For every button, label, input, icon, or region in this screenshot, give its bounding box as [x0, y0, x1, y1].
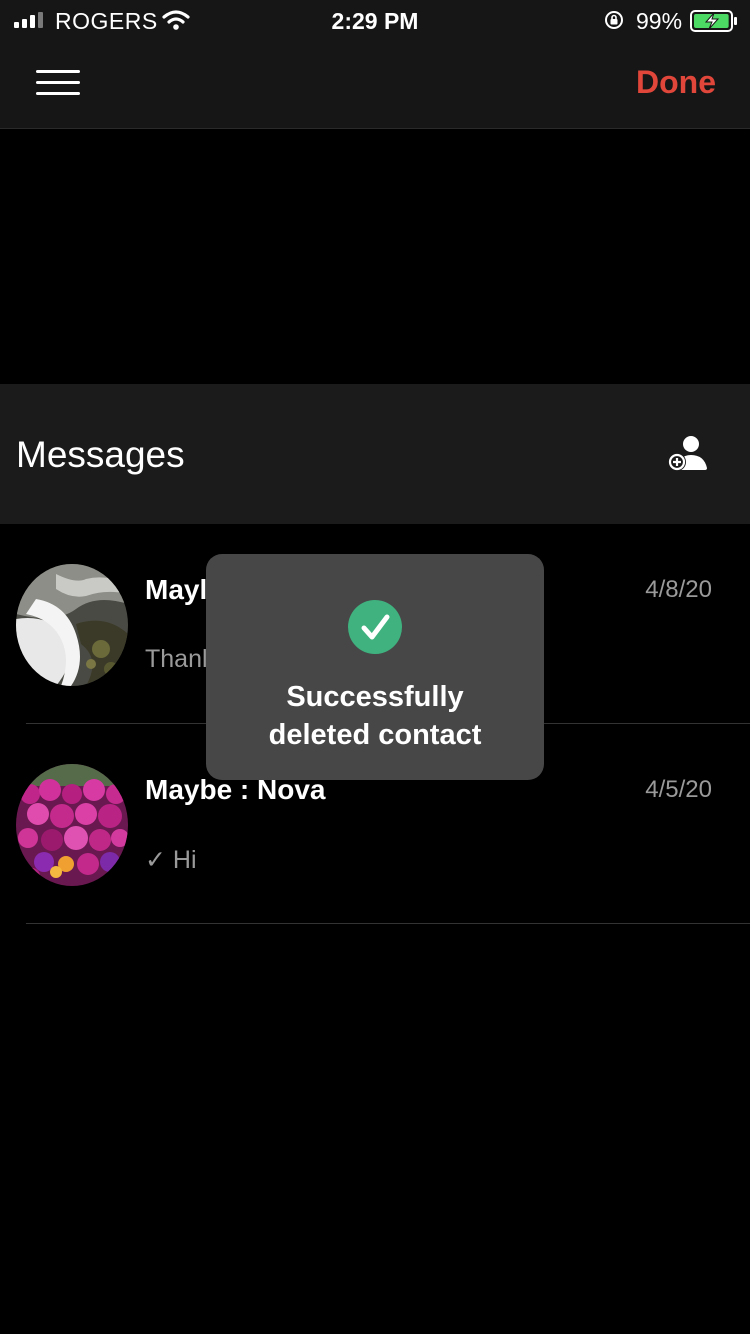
messages-header: Messages: [0, 384, 750, 524]
toast-line-2: deleted contact: [268, 719, 482, 751]
add-contact-icon[interactable]: [664, 434, 710, 474]
hamburger-menu-icon[interactable]: [36, 70, 80, 96]
rotation-lock-icon: [605, 11, 623, 29]
divider: [26, 923, 750, 924]
message-date: 4/5/20: [645, 776, 712, 803]
message-preview: ✓ Hi: [145, 846, 197, 874]
empty-content-area: [0, 129, 750, 384]
checkmark-circle-icon: [348, 600, 402, 654]
avatar: [16, 764, 128, 886]
battery-charging-icon: [690, 10, 737, 32]
done-button[interactable]: Done: [636, 64, 716, 101]
contact-name: Mayl: [145, 574, 208, 605]
page-title: Messages: [16, 434, 185, 475]
navigation-bar: Done: [0, 40, 750, 129]
avatar: [16, 564, 128, 686]
toast-message: Successfully deleted contact: [206, 678, 544, 754]
battery-percent: 99%: [636, 8, 683, 34]
success-toast: Successfully deleted contact: [206, 554, 544, 780]
status-bar: ROGERS 2:29 PM 99%: [0, 0, 750, 40]
message-preview: Thanl: [145, 645, 208, 673]
toast-line-1: Successfully: [286, 681, 464, 713]
message-date: 4/8/20: [645, 576, 712, 603]
